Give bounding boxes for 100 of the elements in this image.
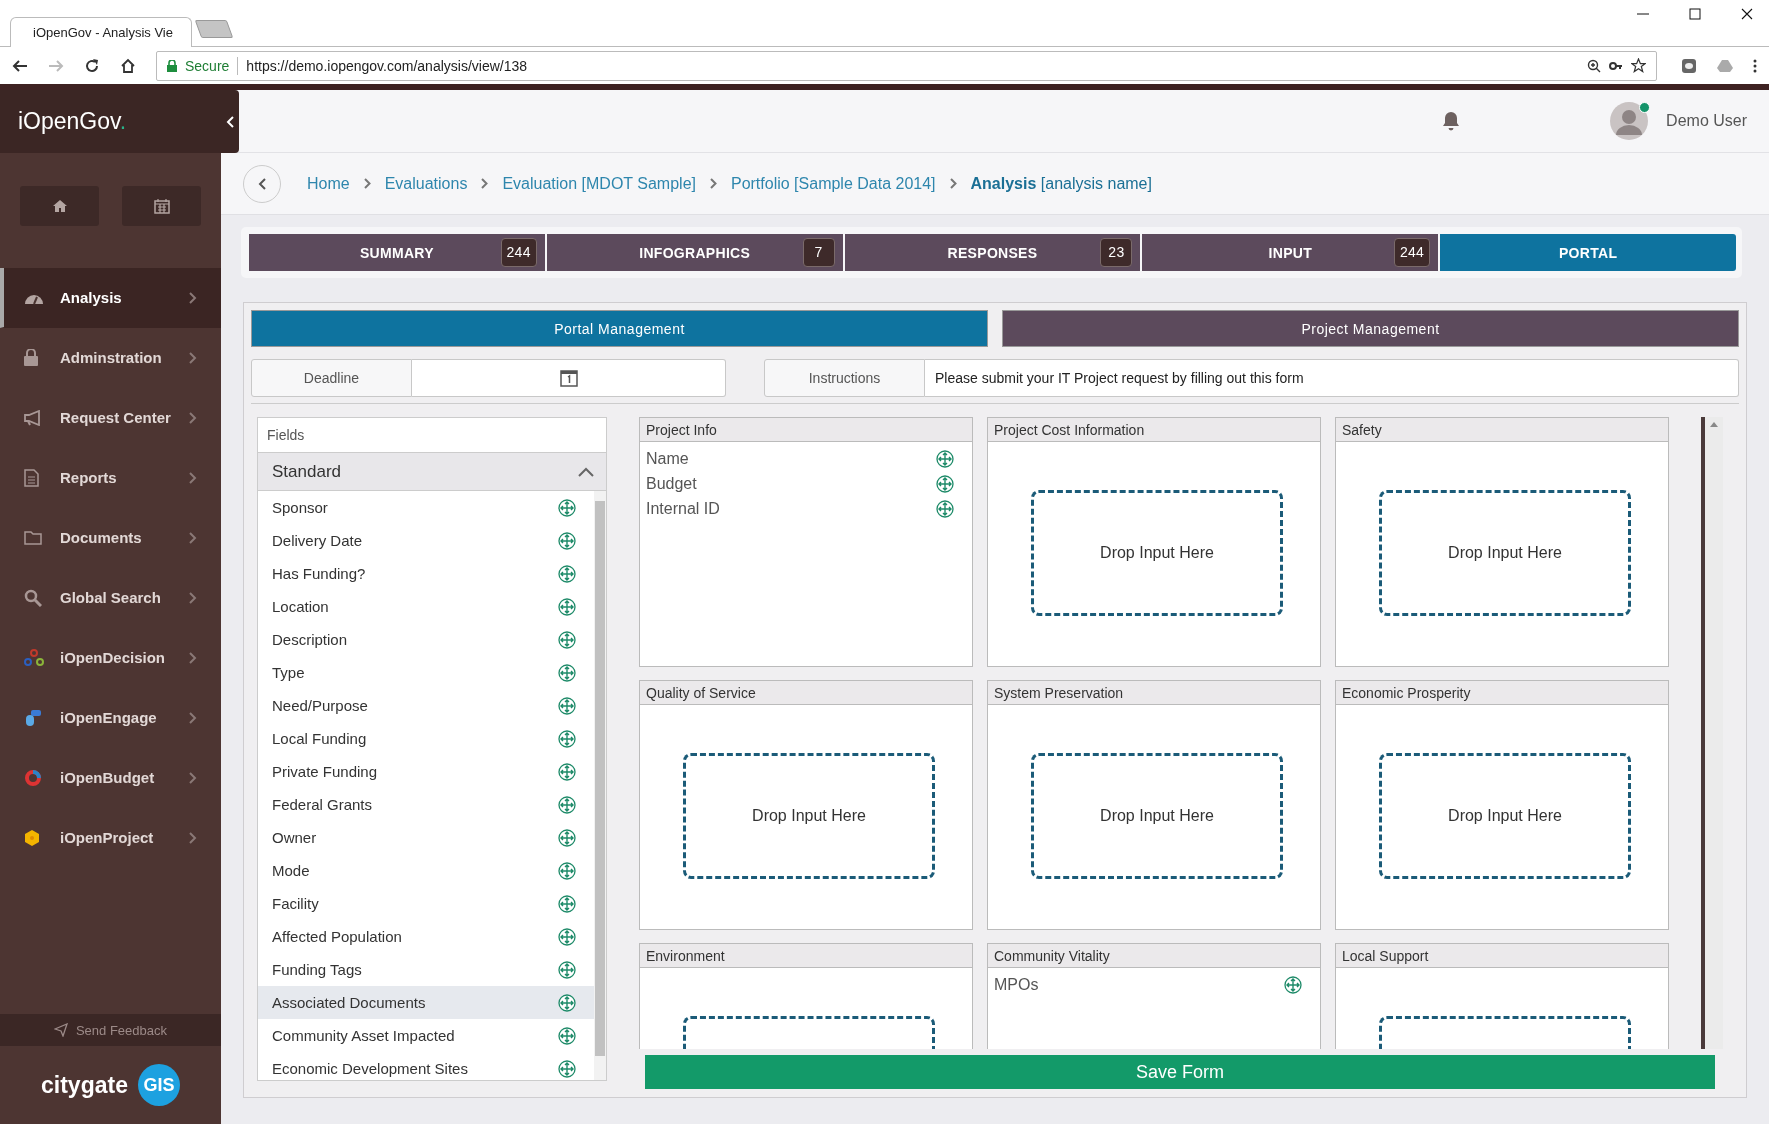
zoom-icon[interactable]	[1587, 58, 1601, 73]
move-icon[interactable]	[558, 828, 576, 847]
menu-icon[interactable]	[1753, 58, 1757, 73]
drive-icon[interactable]	[1717, 58, 1733, 73]
home-button[interactable]	[20, 186, 99, 226]
tab[interactable]: PORTAL	[1440, 234, 1736, 271]
move-icon[interactable]	[558, 630, 576, 649]
breadcrumb-link[interactable]: Portfolio [Sample Data 2014]	[730, 174, 936, 193]
field-item[interactable]: Location	[258, 590, 594, 623]
move-icon[interactable]	[936, 449, 954, 468]
nav-item[interactable]: Adminstration	[0, 328, 221, 388]
tab[interactable]: INFOGRAPHICS 7	[546, 234, 843, 271]
move-icon[interactable]	[558, 597, 576, 616]
instructions-field[interactable]: Please submit your IT Project request by filling out this form	[925, 359, 1739, 397]
move-icon[interactable]	[558, 498, 576, 517]
nav-item[interactable]: iOpenProject	[0, 808, 221, 868]
field-item[interactable]: Owner	[258, 821, 594, 854]
field-item[interactable]: Mode	[258, 854, 594, 887]
breadcrumb-link[interactable]: Analysis [analysis name]	[970, 174, 1152, 193]
nav-item[interactable]: Analysis	[0, 268, 221, 328]
field-item[interactable]: Facility	[258, 887, 594, 920]
close-icon[interactable]	[1741, 8, 1753, 20]
move-icon[interactable]	[936, 499, 954, 518]
tab[interactable]: RESPONSES 23	[844, 234, 1141, 271]
field-item[interactable]: Funding Tags	[258, 953, 594, 986]
field-item[interactable]: Description	[258, 623, 594, 656]
drop-zone[interactable]: Drop Input Here	[683, 753, 935, 879]
nav-item[interactable]: Documents	[0, 508, 221, 568]
breadcrumb-link[interactable]: Evaluation [MDOT Sample]	[502, 174, 696, 193]
calendar-icon[interactable]	[559, 369, 578, 387]
nav-item[interactable]: iOpenEngage	[0, 688, 221, 748]
browser-tab[interactable]: iOpenGov - Analysis Vie	[10, 17, 192, 47]
nav-item[interactable]: iOpenBudget	[0, 748, 221, 808]
drop-zone[interactable]: Drop Input Here	[1379, 753, 1631, 879]
move-icon[interactable]	[558, 729, 576, 748]
field-item[interactable]: Need/Purpose	[258, 689, 594, 722]
tab[interactable]: SUMMARY 244	[249, 234, 545, 271]
field-item[interactable]: Type	[258, 656, 594, 689]
move-icon[interactable]	[558, 861, 576, 880]
calendar-button[interactable]	[122, 186, 201, 226]
tab[interactable]: INPUT 244	[1142, 234, 1439, 271]
section-title: Environment	[640, 944, 972, 968]
move-icon[interactable]	[558, 1059, 576, 1078]
drop-zone[interactable]: Drop Input Here	[1379, 490, 1631, 616]
key-icon[interactable]	[1609, 60, 1623, 71]
field-item[interactable]: Local Funding	[258, 722, 594, 755]
home-icon[interactable]	[120, 57, 136, 74]
field-item[interactable]: Has Funding?	[258, 557, 594, 590]
subtab[interactable]: Portal Management	[251, 310, 988, 347]
reload-icon[interactable]	[84, 57, 100, 74]
field-item[interactable]: Sponsor	[258, 491, 594, 524]
feedback-button[interactable]: Send Feedback	[0, 1014, 221, 1046]
scroll-up-icon[interactable]	[1710, 421, 1718, 427]
breadcrumb-link[interactable]: Home	[307, 174, 350, 193]
nav-item[interactable]: Global Search	[0, 568, 221, 628]
field-item[interactable]: Affected Population	[258, 920, 594, 953]
input-item: Internal ID	[646, 499, 720, 518]
group-header[interactable]: Standard	[258, 453, 606, 491]
extension-icon[interactable]	[1681, 57, 1697, 74]
subtab[interactable]: Project Management	[1002, 310, 1739, 347]
move-icon[interactable]	[1284, 975, 1302, 994]
collapse-button[interactable]	[221, 90, 239, 153]
move-icon[interactable]	[558, 993, 576, 1012]
move-icon[interactable]	[558, 960, 576, 979]
drop-zone[interactable]: Drop Input Here	[1031, 490, 1283, 616]
scrollbar[interactable]	[594, 491, 606, 1080]
move-icon[interactable]	[558, 564, 576, 583]
back-icon[interactable]	[12, 57, 28, 74]
maximize-icon[interactable]	[1689, 8, 1701, 20]
field-item[interactable]: Economic Development Sites	[258, 1052, 594, 1080]
move-icon[interactable]	[558, 1026, 576, 1045]
avatar-icon[interactable]	[1610, 102, 1649, 140]
nav-item[interactable]: Request Center	[0, 388, 221, 448]
field-item[interactable]: Community Asset Impacted	[258, 1019, 594, 1052]
field-item[interactable]: Associated Documents	[258, 986, 594, 1019]
save-button[interactable]: Save Form	[645, 1055, 1715, 1089]
field-item[interactable]: Federal Grants	[258, 788, 594, 821]
field-item[interactable]: Delivery Date	[258, 524, 594, 557]
move-icon[interactable]	[558, 663, 576, 682]
move-icon[interactable]	[936, 474, 954, 493]
nav-item[interactable]: Reports	[0, 448, 221, 508]
scrollbar[interactable]	[1701, 417, 1723, 1049]
date-field[interactable]	[412, 359, 726, 397]
field-item[interactable]: Private Funding	[258, 755, 594, 788]
user-name[interactable]: Demo User	[1666, 112, 1747, 130]
bell-icon[interactable]	[1442, 111, 1461, 131]
breadcrumb-link[interactable]: Evaluations	[384, 174, 468, 193]
move-icon[interactable]	[558, 795, 576, 814]
move-icon[interactable]	[558, 894, 576, 913]
move-icon[interactable]	[558, 927, 576, 946]
new-tab-button[interactable]	[194, 20, 234, 38]
address-bar[interactable]: Secure https://demo.iopengov.com/analysis/view/138	[156, 50, 1657, 81]
url-text: https://demo.iopengov.com/analysis/view/138	[246, 57, 528, 74]
app-logo: iOpenGov.	[18, 108, 127, 135]
move-icon[interactable]	[558, 762, 576, 781]
move-icon[interactable]	[558, 531, 576, 550]
nav-item[interactable]: iOpenDecision	[0, 628, 221, 688]
drop-zone[interactable]: Drop Input Here	[1031, 753, 1283, 879]
move-icon[interactable]	[558, 696, 576, 715]
star-icon[interactable]	[1631, 58, 1646, 73]
